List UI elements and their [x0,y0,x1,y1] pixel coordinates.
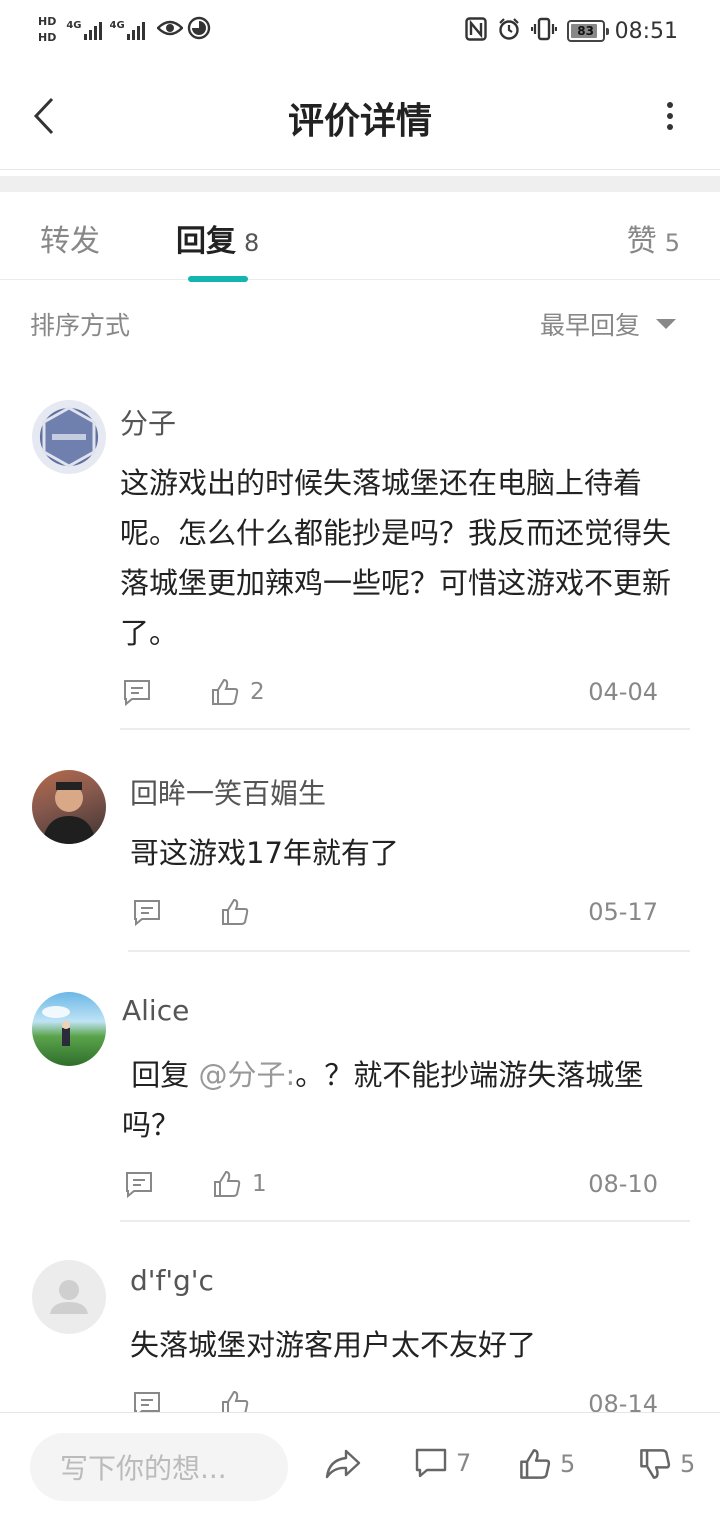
comment-username[interactable]: 回眸一笑百媚生 [130,772,326,812]
tab-reply-count: 8 [244,229,260,257]
section-separator [0,176,720,192]
like-button[interactable] [220,1389,260,1412]
app-header: 评价详情 [0,64,720,170]
comment-actions: 1 [124,1164,267,1204]
like-button[interactable] [220,897,260,927]
reply-icon [134,900,160,926]
comment-text: 失落城堡对游客用户太不友好了 [130,1328,537,1362]
sort-dropdown[interactable]: 最早回复 [540,306,676,342]
tab-forward[interactable]: 转发 [40,216,100,260]
reply-button[interactable] [124,1170,154,1198]
comment-input[interactable]: 写下你的想... [30,1433,288,1501]
sort-bar: 排序方式 最早回复 [0,290,720,354]
tab-like[interactable]: 赞 5 [627,216,680,260]
dislike-count: 5 [680,1450,696,1478]
vibrate-icon [530,17,557,45]
like-count: 2 [250,679,265,705]
comment-actions [132,1384,260,1412]
comment-text: 这游戏出的时候失落城堡还在电脑上待着呢。怎么什么都能抄是吗？我反而还觉得失落城堡… [120,466,672,650]
reply-prefix: 回复 [131,1058,190,1092]
comment-date: 05-17 [588,898,658,926]
hd-indicators: HD HD [38,16,56,44]
status-bar: HD HD 4G 4G 83 08:51 [0,0,720,64]
comment-actions [132,892,260,932]
network-type-2: 4G [109,20,125,31]
comment-button[interactable]: 7 [414,1447,471,1479]
reply-button[interactable] [132,1390,162,1412]
thumb-down-icon [640,1449,671,1479]
hd1-indicator: HD [38,15,57,28]
avatar[interactable] [32,400,106,474]
tab-bar: 转发 回复 8 赞 5 [0,192,720,282]
comment-text: 哥这游戏17年就有了 [130,836,399,870]
like-button[interactable]: 1 [212,1169,267,1199]
avatar[interactable] [32,770,106,844]
share-button[interactable] [324,1447,362,1481]
divider [120,728,690,730]
comment-list: 分子 这游戏出的时候失落城堡还在电脑上待着呢。怎么什么都能抄是吗？我反而还觉得失… [0,360,720,1412]
comment-text: 回复 @分子:。？就不能抄端游失落城堡吗？ [122,1050,692,1150]
like-button[interactable]: 5 [518,1447,575,1481]
bottom-action-bar: 写下你的想... 7 5 5 [0,1412,720,1520]
comment-date: 08-14 [588,1390,658,1412]
battery-icon: 83 [566,20,609,42]
tab-like-label: 赞 [626,224,657,259]
page-title: 评价详情 [287,101,432,142]
reply-icon [124,680,150,706]
mention-link[interactable]: @分子: [198,1058,295,1092]
comment-actions: 2 [122,672,265,712]
sort-value: 最早回复 [539,311,640,340]
comment-count: 7 [456,1449,472,1477]
comment-date: 08-10 [588,1170,658,1198]
avatar[interactable] [32,1260,106,1334]
thumb-up-icon [222,1390,249,1412]
caret-down-icon [656,319,676,329]
divider [128,950,690,952]
active-tab-indicator [188,276,248,282]
reply-icon [126,1172,152,1198]
battery-level: 83 [577,24,594,38]
sort-label: 排序方式 [30,311,131,340]
comment-username[interactable]: Alice [122,994,189,1027]
avatar[interactable] [32,992,106,1066]
signal-icon-1: 4G [66,20,102,40]
dislike-button[interactable]: 5 [638,1447,695,1481]
tab-forward-label: 转发 [40,224,100,259]
network-type-1: 4G [66,20,82,31]
signal-icon-2: 4G [110,20,145,40]
hd2-indicator: HD [38,31,57,44]
tab-reply[interactable]: 回复 8 [176,216,259,260]
data-saver-icon [187,16,211,44]
tab-like-count: 5 [664,229,680,257]
reply-button[interactable] [132,898,162,926]
share-icon [325,1449,361,1479]
thumb-up-icon [212,678,239,705]
more-icon[interactable] [660,98,680,134]
thumb-up-icon [222,898,249,925]
like-count: 5 [560,1450,576,1478]
alarm-icon [497,17,521,45]
like-button[interactable]: 2 [210,677,265,707]
like-count: 1 [252,1171,267,1197]
comment-username[interactable]: d'f'g'c [130,1264,214,1297]
tab-reply-label: 回复 [176,224,236,259]
status-left: HD HD 4G 4G [38,10,211,50]
comment-username[interactable]: 分子 [120,402,176,442]
thumb-up-icon [520,1449,551,1479]
thumb-up-icon [214,1170,241,1197]
divider [120,1220,690,1222]
status-right: 83 08:51 [464,14,678,48]
nfc-icon [464,17,487,45]
comment-icon [415,1448,447,1478]
status-time: 08:51 [614,18,678,44]
reply-button[interactable] [122,678,152,706]
comment-date: 04-04 [588,678,658,706]
reply-icon [134,1392,160,1412]
eye-icon [155,19,184,41]
